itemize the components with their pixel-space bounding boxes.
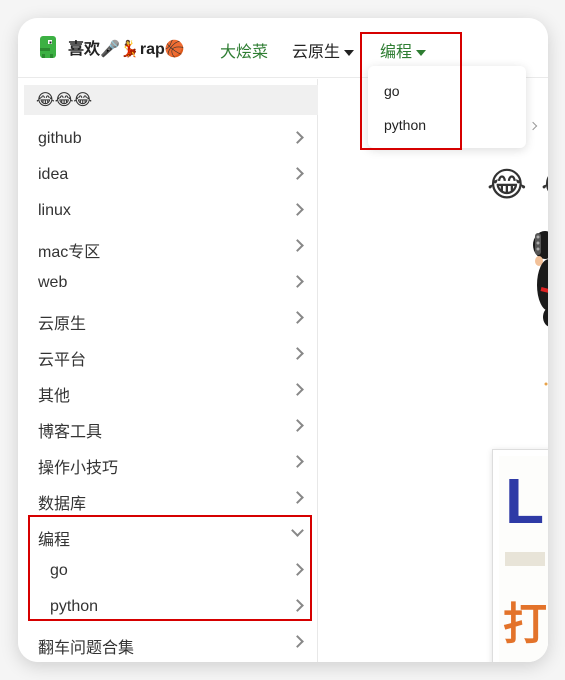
chevron-right-icon: [291, 491, 304, 504]
sidebar-item-web[interactable]: web: [18, 265, 318, 301]
sidebar-item-label: 数据库: [38, 496, 87, 513]
chevron-right-icon: [291, 275, 304, 288]
sidebar-item-mac[interactable]: mac专区: [18, 229, 318, 265]
sidebar-header[interactable]: 😂😂😂: [24, 85, 318, 115]
nav-item-cloud-native-label: 云原生: [292, 44, 341, 61]
sidebar-item-github[interactable]: github: [18, 121, 318, 157]
chevron-right-icon: [291, 131, 304, 144]
sidebar-item-cloud-native[interactable]: 云原生: [18, 301, 318, 337]
sidebar-item-label: web: [38, 274, 68, 291]
annotation-highlight-box: [28, 515, 312, 621]
chevron-right-icon: [291, 455, 304, 468]
sidebar-item-label: 其他: [38, 388, 71, 405]
character-illustration-icon: [533, 231, 548, 327]
chevron-right-icon: [291, 203, 304, 216]
chevron-right-icon: [291, 167, 304, 180]
chevron-right-icon: [291, 635, 304, 648]
chevron-right-icon: [291, 311, 304, 324]
sidebar-item-tips[interactable]: 操作小技巧: [18, 445, 318, 481]
sidebar-item-label: 翻车问题合集: [38, 640, 135, 657]
sidebar-item-cloud-platform[interactable]: 云平台: [18, 337, 318, 373]
laughing-emoji-partial: 😂: [541, 165, 548, 205]
sidebar-item-other[interactable]: 其他: [18, 373, 318, 409]
sidebar-item-label: linux: [38, 202, 71, 219]
chevron-right-icon: [291, 383, 304, 396]
sidebar-menu: 😂😂😂 github idea linux mac专区 web 云原生 云平台: [18, 79, 318, 662]
nav-item-cloud-native[interactable]: 云原生: [292, 38, 355, 62]
sidebar-item-label: idea: [38, 166, 69, 183]
site-brand[interactable]: 喜欢🎤💃rap🏀: [36, 34, 185, 60]
annotation-highlight-box: [360, 32, 462, 150]
sidebar-item-label: 博客工具: [38, 424, 103, 441]
sidebar-item-database[interactable]: 数据库: [18, 481, 318, 517]
laughing-emoji: 😂: [487, 166, 527, 204]
banner-subtitle-text: 打: [503, 600, 547, 649]
chevron-right-icon: [291, 419, 304, 432]
sidebar-header-emoji: 😂😂😂: [36, 92, 93, 109]
chevron-right-icon: [291, 347, 304, 360]
browser-window: 喜欢🎤💃rap🏀 大烩菜 云原生 编程 😂😂😂 github idea linu…: [18, 18, 548, 662]
sidebar-item-label: github: [38, 130, 82, 147]
sidebar-item-linux[interactable]: linux: [18, 193, 318, 229]
chevron-right-icon: [291, 239, 304, 252]
sidebar-item-label: 操作小技巧: [38, 460, 119, 477]
decorative-dots-icon: [544, 382, 548, 386]
sidebar-item-idea[interactable]: idea: [18, 157, 318, 193]
dinosaur-logo-icon: [40, 36, 56, 58]
main-content: 😂 😂 Li 打: [319, 79, 548, 662]
chevron-right-icon[interactable]: [528, 121, 538, 131]
nav-item-dahuicai[interactable]: 大烩菜: [220, 38, 268, 62]
sidebar-item-label: mac专区: [38, 244, 101, 261]
banner-title-text: Li: [505, 465, 548, 537]
sidebar-item-blog-tools[interactable]: 博客工具: [18, 409, 318, 445]
article-banner-image[interactable]: Li 打: [492, 449, 548, 662]
sidebar-item-label: 云平台: [38, 352, 87, 369]
site-title[interactable]: 喜欢🎤💃rap🏀: [68, 35, 185, 59]
sidebar-item-issues[interactable]: 翻车问题合集: [18, 625, 318, 661]
banner-background: Li 打: [499, 456, 548, 662]
caret-down-icon: [344, 49, 355, 56]
banner-stripe: [505, 552, 545, 566]
sidebar-item-label: 云原生: [38, 316, 87, 333]
